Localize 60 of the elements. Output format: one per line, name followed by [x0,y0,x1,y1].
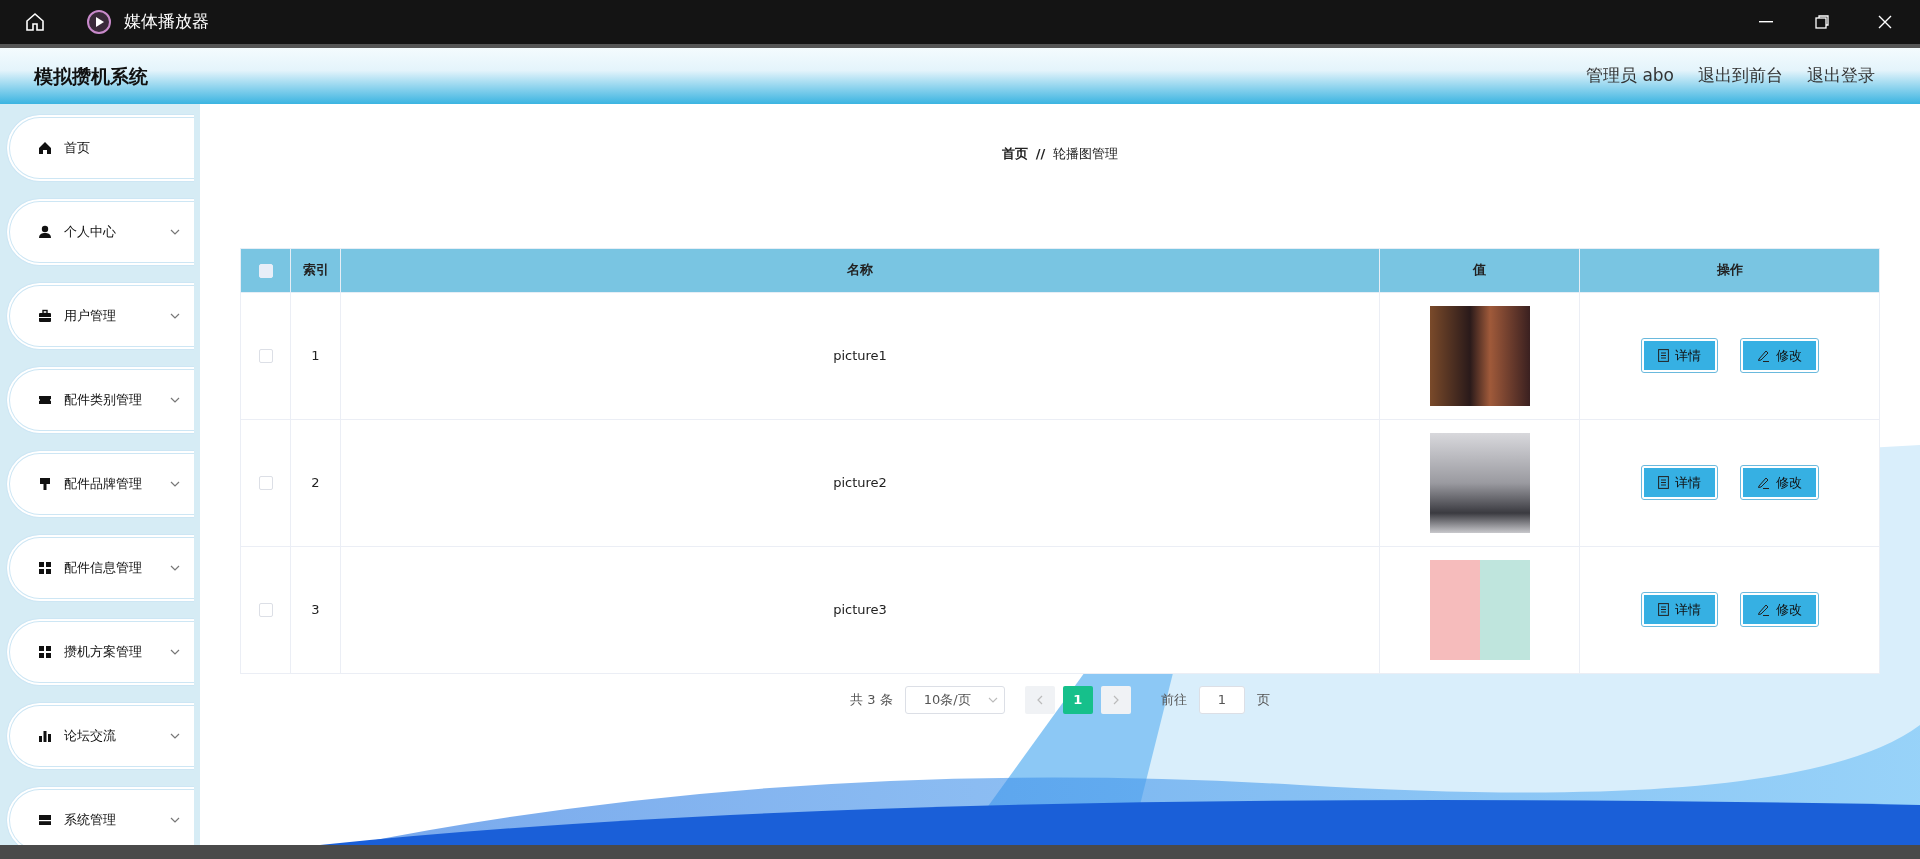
edit-button[interactable]: 修改 [1740,338,1818,373]
header-link[interactable]: 退出登录 [1807,63,1875,89]
select-all-checkbox[interactable] [258,263,273,278]
sidebar-item[interactable]: 配件类别管理 [6,366,194,434]
window-title: 媒体播放器 [124,10,209,34]
sidebar-item[interactable]: 配件品牌管理 [6,450,194,518]
document-icon [1657,603,1669,616]
sidebar-item[interactable]: 攒机方案管理 [6,618,194,686]
ticket-icon [38,393,52,407]
column-header: 名称 [340,248,1380,292]
details-button[interactable]: 详情 [1641,338,1717,373]
table-cell: picture1 [340,292,1380,419]
column-header: 值 [1379,248,1580,292]
person-icon [38,225,52,239]
edit-button[interactable]: 修改 [1740,592,1818,627]
edit-button[interactable]: 修改 [1740,465,1818,500]
chevron-down-icon [987,696,998,703]
sidebar-item[interactable]: 论坛交流 [6,702,194,770]
document-icon [1657,476,1669,489]
page-size-select[interactable]: 10条/页 [904,685,1005,714]
app-title: 模拟攒机系统 [34,63,148,89]
chevron-right-icon [1112,694,1119,705]
goto-suffix: 页 [1256,690,1270,709]
table-cell: 3 [290,546,341,673]
bar-chart-icon [38,729,52,743]
breadcrumb-separator: // [1035,146,1046,161]
sidebar-item[interactable]: 首页 [6,114,194,182]
grid-icon [38,561,52,575]
play-icon [86,9,112,35]
breadcrumb-item: 轮播图管理 [1053,146,1119,161]
inbox-icon [38,813,52,827]
details-button[interactable]: 详情 [1641,465,1717,500]
column-header: 操作 [1579,248,1880,292]
header-link[interactable]: 退出到前台 [1698,63,1783,89]
briefcase-icon [38,309,52,323]
header-link[interactable]: 管理员 abo [1586,63,1674,89]
row-checkbox[interactable] [258,349,273,364]
chevron-left-icon [1036,694,1043,705]
sidebar-item[interactable]: 系统管理 [6,786,194,845]
details-button[interactable]: 详情 [1641,592,1717,627]
document-icon [1657,349,1669,362]
row-checkbox[interactable] [258,603,273,618]
pencil-icon [1756,603,1770,616]
pencil-icon [1756,349,1770,362]
home-icon [38,141,52,155]
pencil-icon [1756,476,1770,489]
sidebar-item[interactable]: 用户管理 [6,282,194,350]
row-checkbox[interactable] [258,476,273,491]
previous-page-button[interactable] [1024,685,1055,714]
goto-label: 前往 [1160,690,1187,709]
table-cell: picture2 [340,419,1380,546]
breadcrumb-item[interactable]: 首页 [1001,146,1028,161]
sidebar-item[interactable]: 个人中心 [6,198,194,266]
table-cell: 1 [290,292,341,419]
grid-icon [38,645,52,659]
total-count: 共 3 条 [850,690,893,709]
sidebar-item[interactable]: 配件信息管理 [6,534,194,602]
table-cell: picture3 [340,546,1380,673]
column-header: 索引 [290,248,341,292]
table-cell: 2 [290,419,341,546]
